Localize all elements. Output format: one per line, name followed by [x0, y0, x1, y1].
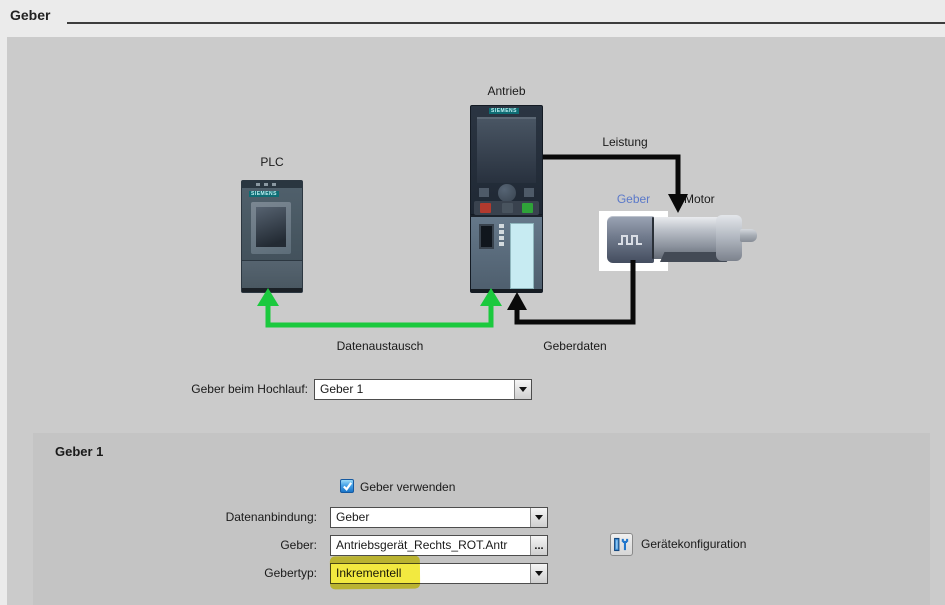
plc-lower-module [242, 260, 302, 288]
chevron-down-icon [519, 387, 527, 392]
motor-label: Motor [684, 192, 715, 206]
plc-display-screen [256, 207, 286, 247]
datenanbindung-label: Datenanbindung: [225, 510, 317, 524]
drive-brand-label: SIEMENS [489, 108, 520, 114]
gebertyp-dropdown[interactable]: Inkrementell [330, 563, 548, 584]
plc-base [242, 288, 302, 292]
chevron-down-icon [535, 515, 543, 520]
gebertyp-dropdown-button[interactable] [530, 564, 547, 583]
geber-ref-browse-button[interactable]: ... [530, 536, 547, 555]
drive-base [471, 289, 542, 292]
antrieb-label: Antrieb [487, 84, 526, 98]
geber-verwenden-checkbox[interactable] [340, 479, 354, 493]
device-configuration-button[interactable] [610, 533, 633, 556]
drive-green-button [522, 203, 533, 213]
ellipsis-icon: ... [534, 539, 544, 552]
device-configuration-label[interactable]: Gerätekonfiguration [641, 533, 746, 556]
plc-top-strip [242, 181, 302, 188]
encoder-motor-joint [652, 217, 654, 259]
geber-ref-label: Geber: [280, 538, 317, 552]
gebertyp-label: Gebertyp: [264, 566, 317, 580]
geber-beim-hochlauf-value: Geber 1 [320, 382, 364, 396]
plc-device-graphic: SIEMENS [241, 180, 303, 293]
geber-ref-field[interactable]: Antriebsgerät_Rechts_ROT.Antr ... [330, 535, 548, 556]
check-icon [342, 481, 352, 491]
drive-front-panel [510, 223, 534, 289]
geber-ref-value: Antriebsgerät_Rechts_ROT.Antr [336, 538, 508, 552]
plc-display-bezel [251, 202, 291, 254]
drive-operator-panel-graphic: SIEMENS [470, 105, 543, 215]
drive-connector [479, 224, 494, 249]
title-divider [67, 22, 945, 24]
drive-display-screen [477, 117, 536, 183]
geberdaten-label: Geberdaten [543, 339, 607, 353]
pulse-wave-icon [618, 235, 642, 245]
datenanbindung-dropdown-button[interactable] [530, 508, 547, 527]
motor-endcap-graphic [716, 215, 742, 261]
plc-brand-label: SIEMENS [249, 191, 280, 197]
gebertyp-value: Inkrementell [336, 566, 402, 580]
page-title: Geber [10, 7, 51, 23]
chevron-down-icon [535, 571, 543, 576]
geber-verwenden-label: Geber verwenden [360, 480, 456, 494]
drive-control-buttons [474, 201, 539, 215]
datenanbindung-value: Geber [336, 510, 370, 524]
plc-label: PLC [260, 155, 284, 169]
drive-gray-button [502, 203, 513, 213]
geber-beim-hochlauf-dropdown[interactable]: Geber 1 [314, 379, 532, 400]
datenaustausch-label: Datenaustausch [336, 339, 424, 353]
drive-knob [498, 184, 516, 202]
device-configuration-icon [614, 537, 629, 552]
drive-red-button [480, 203, 491, 213]
geber-diagram-label: Geber [616, 192, 651, 206]
drive-button-row [471, 184, 542, 202]
drive-power-module-graphic [470, 215, 543, 293]
geber-beim-hochlauf-dropdown-button[interactable] [514, 380, 531, 399]
encoder-device-graphic [607, 216, 654, 263]
motor-shaft-graphic [740, 229, 757, 242]
leistung-label: Leistung [602, 135, 648, 149]
datenanbindung-dropdown[interactable]: Geber [330, 507, 548, 528]
drive-status-leds [499, 224, 504, 246]
geber-beim-hochlauf-label: Geber beim Hochlauf: [191, 382, 308, 396]
geber1-section-title: Geber 1 [55, 444, 104, 459]
